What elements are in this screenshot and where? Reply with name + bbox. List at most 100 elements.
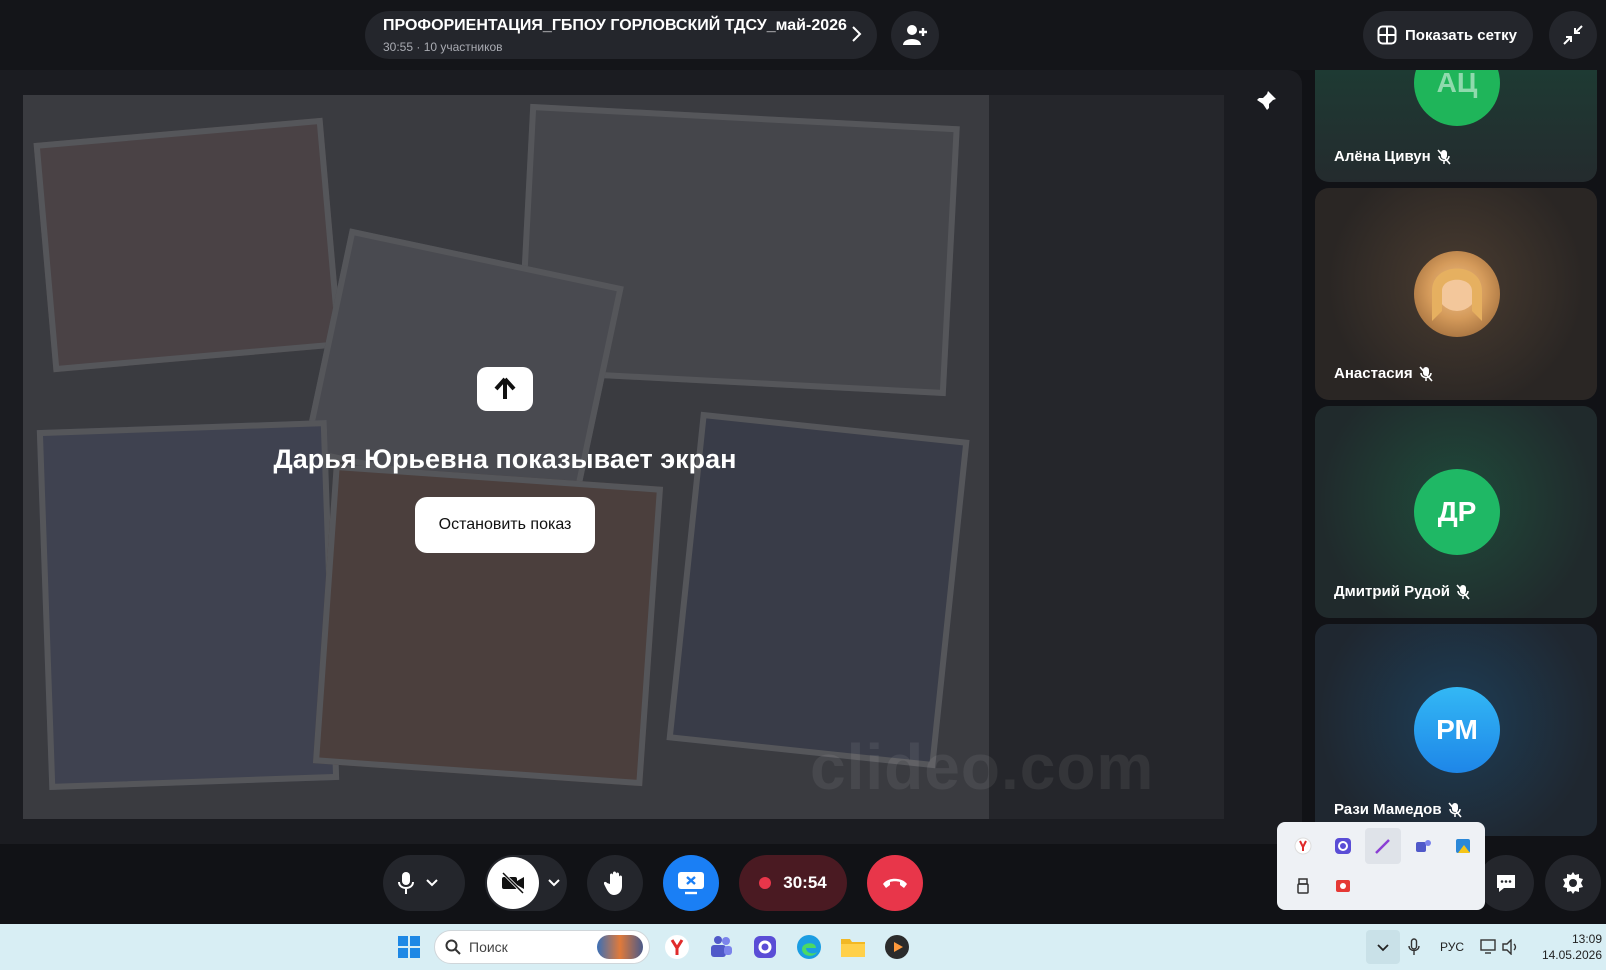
pen-tray-icon[interactable] (1365, 828, 1401, 864)
gear-icon (1563, 872, 1583, 894)
grid-icon (1377, 25, 1397, 45)
chevron-up-icon (1377, 944, 1389, 952)
avatar: РМ (1414, 687, 1500, 773)
clock-date: 14.05.2026 (1541, 948, 1602, 962)
usb-tray-icon[interactable] (1285, 868, 1321, 904)
avatar (1414, 251, 1500, 337)
mic-muted-icon (1447, 801, 1462, 818)
show-grid-button[interactable]: Показать сетку (1363, 11, 1533, 59)
participant-name-row: Рази Мамедов (1334, 801, 1462, 818)
tray-overflow-button[interactable] (1366, 930, 1400, 964)
stage-side-area (989, 95, 1224, 819)
avatar: АЦ (1414, 70, 1500, 126)
participant-tile[interactable]: РМ Рази Мамедов (1315, 624, 1597, 836)
microphone-icon (1408, 938, 1420, 955)
recording-time: 30:54 (783, 873, 827, 892)
camera-button[interactable] (485, 855, 567, 911)
participant-name-row: Анастасия (1334, 365, 1433, 382)
participant-name-row: Дмитрий Рудой (1334, 583, 1470, 600)
taskbar-file-explorer[interactable] (836, 930, 870, 964)
person-photo-icon (1432, 268, 1482, 321)
participant-name: Рази Мамедов (1334, 801, 1442, 818)
clock-time: 13:09 (1571, 932, 1602, 946)
add-participant-button[interactable] (891, 11, 939, 59)
microphone-icon (398, 872, 414, 894)
video-call-app: ПРОФОРИЕНТАЦИЯ_ГБПОУ ГОРЛОВСКИЙ ТДСУ_май… (0, 0, 1606, 970)
microphone-button[interactable] (383, 855, 465, 911)
camera-off-icon (501, 872, 525, 894)
hang-up-icon (883, 878, 907, 888)
mic-muted-icon (1437, 148, 1451, 165)
meeting-subtitle: 30:55 · 10 участников (383, 40, 503, 54)
taskbar-search[interactable]: Поиск (434, 930, 650, 964)
taskbar-teams[interactable] (704, 930, 738, 964)
top-bar: ПРОФОРИЕНТАЦИЯ_ГБПОУ ГОРЛОВСКИЙ ТДСУ_май… (0, 0, 1606, 70)
participant-tile[interactable]: АЦ Алёна Цивун (1315, 70, 1597, 182)
minimize-button[interactable] (1549, 11, 1597, 59)
mic-muted-icon (1456, 583, 1470, 600)
media-player-icon (885, 935, 909, 959)
stop-sharing-button[interactable]: Остановить показ (414, 497, 596, 553)
teams-tray-icon[interactable] (1405, 828, 1441, 864)
language-indicator[interactable]: РУС (1440, 924, 1464, 970)
chevron-down-icon[interactable] (425, 878, 439, 888)
chevron-right-icon (852, 26, 862, 42)
share-icon-box (477, 367, 533, 411)
volume-icon[interactable] (1502, 924, 1520, 970)
start-button[interactable] (392, 930, 426, 964)
tray-microphone[interactable] (1408, 924, 1420, 970)
share-notice: Дарья Юрьевна показывает экран Остановит… (270, 367, 740, 553)
raise-hand-button[interactable] (587, 855, 643, 911)
taskbar-edge[interactable] (792, 930, 826, 964)
avatar: ДР (1414, 469, 1500, 555)
pin-button[interactable] (1255, 90, 1277, 117)
dolls-photo (33, 117, 343, 373)
participant-name: Алёна Цивун (1334, 148, 1431, 165)
arrow-up-icon (494, 377, 516, 399)
security-tray-icon[interactable] (1445, 828, 1481, 864)
hand-icon (604, 871, 622, 895)
recording-indicator[interactable]: 30:54 (739, 855, 847, 911)
collapse-icon (1563, 25, 1583, 45)
yandex-browser-icon (665, 935, 689, 959)
screen-recorder-tray-icon[interactable] (1325, 868, 1361, 904)
camera-off-circle (487, 857, 539, 909)
screen-share-stage: clideo.com Дарья Юрьевна показывает экра… (0, 70, 1302, 844)
folder-icon (841, 939, 865, 957)
camera-app-tray-icon[interactable] (1325, 828, 1361, 864)
screen-share-stop-icon (678, 872, 704, 895)
search-highlight-icon (597, 935, 643, 959)
taskbar-yandex-browser[interactable] (660, 930, 694, 964)
teams-icon (711, 936, 732, 957)
watermark-text: clideo.com (810, 731, 1155, 803)
share-message: Дарья Юрьевна показывает экран (273, 444, 737, 474)
windows-icon (398, 936, 420, 958)
taskbar-media-player[interactable] (880, 930, 914, 964)
pin-icon (1257, 91, 1276, 110)
stop-screen-share-button[interactable] (663, 855, 719, 911)
mic-muted-icon (1418, 365, 1433, 382)
clock[interactable]: 13:09 14.05.2026 (1532, 931, 1602, 963)
hang-up-button[interactable] (867, 855, 923, 911)
participant-tile[interactable]: ДР Дмитрий Рудой (1315, 406, 1597, 618)
participant-name-row: Алёна Цивун (1334, 148, 1451, 165)
network-icon[interactable] (1480, 924, 1498, 970)
settings-button[interactable] (1545, 855, 1601, 911)
record-dot-icon (759, 877, 772, 889)
search-placeholder: Поиск (469, 939, 508, 955)
taskbar-camera-app[interactable] (748, 930, 782, 964)
participant-name: Дмитрий Рудой (1334, 583, 1451, 600)
yandex-tray-icon[interactable] (1285, 828, 1321, 864)
camera-app-icon (754, 936, 776, 958)
participant-tile[interactable]: Анастасия (1315, 188, 1597, 400)
meeting-title: ПРОФОРИЕНТАЦИЯ_ГБПОУ ГОРЛОВСКИЙ ТДСУ_май… (383, 17, 847, 34)
chat-button[interactable] (1478, 855, 1534, 911)
meeting-info-button[interactable]: ПРОФОРИЕНТАЦИЯ_ГБПОУ ГОРЛОВСКИЙ ТДСУ_май… (365, 11, 877, 59)
windows-taskbar: Поиск РУС 13:09 14.05.2026 (0, 924, 1606, 970)
search-icon (445, 939, 461, 955)
add-user-icon (903, 25, 927, 45)
chat-icon (1497, 875, 1515, 892)
chevron-down-icon[interactable] (547, 878, 561, 888)
participant-name: Анастасия (1334, 365, 1413, 382)
show-grid-label: Показать сетку (1405, 26, 1517, 44)
